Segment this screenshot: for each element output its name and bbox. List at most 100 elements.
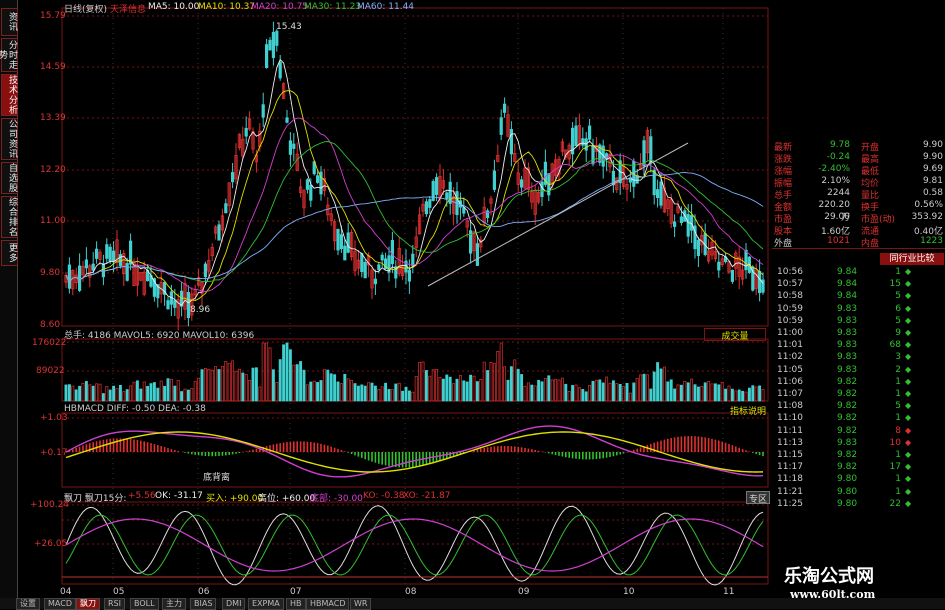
indicator-help-button[interactable]: 指标说明 xyxy=(730,404,766,417)
price-axis-label: 13.39 xyxy=(40,113,66,123)
tick-price: 9.82 xyxy=(837,376,858,387)
volume-bar xyxy=(367,382,371,402)
tick-row: 11:18 9.80 1 ◆ xyxy=(775,474,945,486)
volume-bar xyxy=(475,381,479,402)
sidebar-tab[interactable]: 自选股 xyxy=(1,162,18,194)
indicator-tab[interactable]: 飘刀 xyxy=(76,598,100,610)
tick-direction-icon: ◆ xyxy=(905,401,912,411)
kline-chart-canvas[interactable] xyxy=(18,0,770,598)
quote-value: 9.90 xyxy=(922,152,943,162)
candle-body xyxy=(475,243,480,266)
tick-time: 10:59 xyxy=(777,303,803,314)
volume-bar xyxy=(703,382,707,402)
volume-axis-label: 176022 xyxy=(32,338,67,348)
volume-bar xyxy=(67,384,71,402)
kdj-buy: 买入: +90.00 xyxy=(206,494,264,504)
tick-direction-icon: ◆ xyxy=(905,328,912,337)
candle-body xyxy=(499,117,503,135)
sidebar-tab[interactable]: 更多 xyxy=(1,240,18,266)
volume-bar xyxy=(642,373,646,402)
candle-body xyxy=(377,264,381,270)
candle-body xyxy=(445,192,449,199)
tick-volume: 1 xyxy=(895,413,901,424)
volume-bar xyxy=(730,388,734,402)
sidebar-tab[interactable]: 公司资讯 xyxy=(1,118,18,160)
sidebar-tab[interactable]: 综合排名 xyxy=(1,196,18,238)
volume-bar xyxy=(662,366,666,402)
volume-bar xyxy=(639,374,643,402)
indicator-tab[interactable]: HB xyxy=(286,598,306,610)
volume-bar xyxy=(224,360,228,402)
indicator-tab[interactable]: MACD xyxy=(44,598,76,610)
indicator-tab[interactable]: 设置 xyxy=(16,598,40,610)
volume-bar xyxy=(676,384,680,402)
sidebar-tab[interactable]: 分时走势 xyxy=(0,38,18,72)
indicator-tab[interactable]: 主力 xyxy=(162,598,186,610)
tick-time: 11:25 xyxy=(777,498,803,509)
zone-button[interactable]: 专区 xyxy=(746,491,770,505)
tick-row: 11:05 9.83 2 ◆ xyxy=(775,365,945,377)
tick-direction-icon: ◆ xyxy=(905,462,912,472)
volume-bar xyxy=(394,383,398,402)
chart-area[interactable]: 日线(复权) 天泽信息 MA5: 10.00 MA10: 10.37 MA20:… xyxy=(18,0,770,598)
indicator-tab[interactable]: WR xyxy=(350,598,372,610)
tick-time: 11:11 xyxy=(777,425,803,436)
indicator-tab[interactable]: EXPMA xyxy=(248,598,284,610)
volume-bar xyxy=(482,361,486,402)
sidebar-tab[interactable]: 资讯 xyxy=(1,8,18,36)
volume-bar xyxy=(217,369,221,402)
indicator-tab[interactable]: DMI xyxy=(222,598,246,610)
volume-bar xyxy=(329,373,333,402)
quote-value: 2.10% xyxy=(821,176,850,186)
volume-bar xyxy=(588,384,592,402)
candle-body xyxy=(411,253,415,267)
indicator-tab[interactable]: HBMACD xyxy=(306,598,350,610)
candle-body xyxy=(105,244,109,259)
volume-bar xyxy=(384,382,388,402)
indicator-tab[interactable]: BIAS xyxy=(190,598,217,610)
tick-time: 11:17 xyxy=(777,462,803,473)
volume-bar xyxy=(632,382,636,402)
candle-body xyxy=(336,228,340,251)
tick-price: 9.83 xyxy=(837,437,858,448)
x-axis-label: 07 xyxy=(290,587,302,597)
sidebar-tab[interactable]: 技术分析 xyxy=(1,74,18,116)
volume-bar xyxy=(183,388,187,402)
volume-indicator-button[interactable]: 成交量 xyxy=(704,328,766,342)
volume-bar xyxy=(142,381,146,402)
tick-price: 9.84 xyxy=(837,279,858,290)
indicator-tab[interactable]: RSI xyxy=(104,598,125,610)
volume-bar xyxy=(448,376,452,402)
volume-bar xyxy=(108,389,112,402)
volume-bar xyxy=(496,350,500,402)
tick-row: 11:08 9.82 5 ◆ xyxy=(775,401,945,413)
candle-body xyxy=(696,239,701,257)
candle-body xyxy=(390,239,395,265)
tick-volume: 68 xyxy=(889,340,901,351)
volume-bar xyxy=(533,385,537,402)
candle-body xyxy=(264,44,269,68)
candle-body xyxy=(108,246,112,262)
candle-body xyxy=(591,145,595,165)
volume-bar xyxy=(720,381,724,402)
tick-price: 9.80 xyxy=(837,486,858,497)
tick-volume: 1 xyxy=(895,376,901,387)
volume-bar xyxy=(424,370,428,402)
volume-bar xyxy=(356,385,360,402)
candle-body xyxy=(428,199,432,208)
high-price-label: 15.43 xyxy=(276,22,302,32)
volume-bar xyxy=(234,370,238,402)
tick-volume: 22 xyxy=(889,498,901,509)
volume-bar xyxy=(509,366,513,402)
candle-body xyxy=(492,170,497,190)
industry-compare-button[interactable]: 同行业比较 xyxy=(880,253,944,265)
candle-body xyxy=(485,210,490,219)
tick-direction-icon: ◆ xyxy=(905,303,912,313)
volume-bar xyxy=(707,381,711,402)
divergence-annotation: 底背离 xyxy=(203,473,231,483)
volume-bar xyxy=(295,364,299,402)
indicator-tab[interactable]: BOLL xyxy=(130,598,159,610)
volume-bar xyxy=(312,380,316,402)
volume-bar xyxy=(159,380,163,402)
candle-body xyxy=(434,177,439,195)
